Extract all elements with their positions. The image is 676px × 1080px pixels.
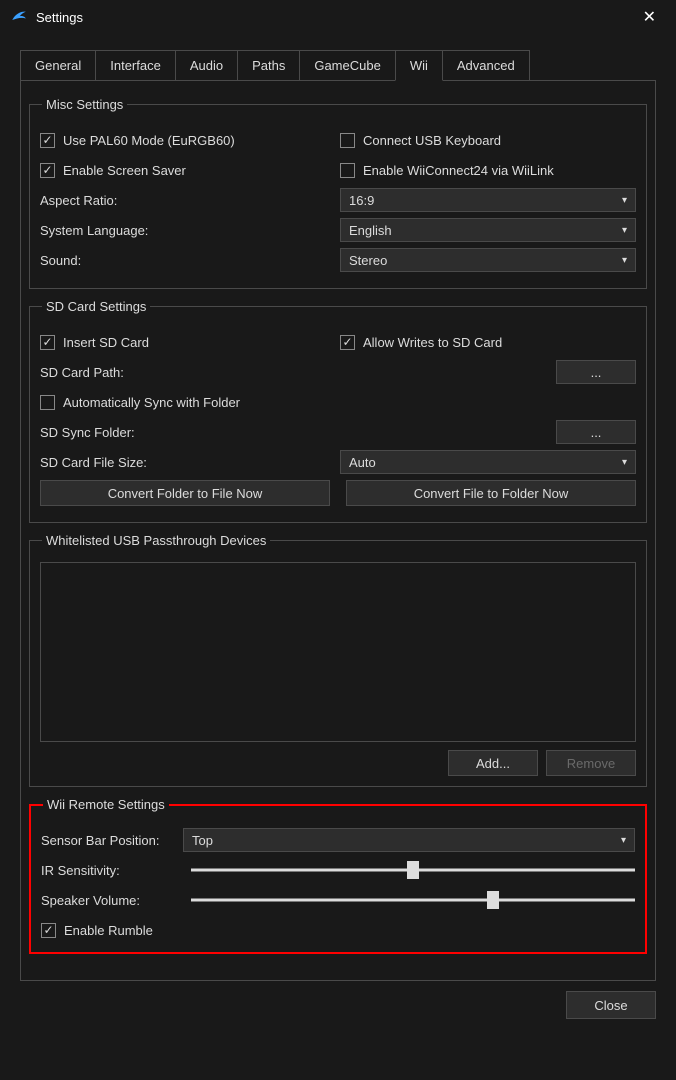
sd-card-path-label: SD Card Path: [40, 365, 124, 380]
tab-advanced[interactable]: Advanced [442, 50, 530, 81]
usb-device-list[interactable] [40, 562, 636, 742]
pal60-checkbox[interactable] [40, 133, 55, 148]
dolphin-logo-icon [10, 8, 28, 26]
ir-sensitivity-slider[interactable] [191, 861, 635, 879]
misc-settings-legend: Misc Settings [42, 97, 127, 112]
sound-select[interactable]: Stereo ▾ [340, 248, 636, 272]
tab-gamecube[interactable]: GameCube [299, 50, 395, 81]
sd-file-size-value: Auto [349, 455, 376, 470]
sound-value: Stereo [349, 253, 387, 268]
tab-paths[interactable]: Paths [237, 50, 300, 81]
window-title: Settings [36, 10, 83, 25]
ir-sensitivity-label: IR Sensitivity: [41, 863, 183, 878]
tab-wii[interactable]: Wii [395, 50, 443, 81]
titlebar: Settings ✕ [0, 0, 676, 34]
sd-sync-folder-label: SD Sync Folder: [40, 425, 135, 440]
sd-file-size-label: SD Card File Size: [40, 455, 147, 470]
sound-label: Sound: [40, 253, 81, 268]
close-button[interactable]: Close [566, 991, 656, 1019]
sd-card-settings-legend: SD Card Settings [42, 299, 150, 314]
usb-keyboard-label: Connect USB Keyboard [363, 133, 501, 148]
aspect-ratio-label: Aspect Ratio: [40, 193, 117, 208]
usb-passthrough-legend: Whitelisted USB Passthrough Devices [42, 533, 270, 548]
tab-general[interactable]: General [20, 50, 96, 81]
sd-card-path-browse-button[interactable]: ... [556, 360, 636, 384]
screensaver-label: Enable Screen Saver [63, 163, 186, 178]
enable-rumble-checkbox[interactable] [41, 923, 56, 938]
chevron-down-icon: ▾ [622, 195, 627, 206]
usb-passthrough-group: Whitelisted USB Passthrough Devices Add.… [29, 533, 647, 787]
usb-remove-button[interactable]: Remove [546, 750, 636, 776]
wii-panel: Misc Settings Use PAL60 Mode (EuRGB60) C… [20, 80, 656, 981]
sensor-bar-position-value: Top [192, 833, 213, 848]
enable-rumble-label: Enable Rumble [64, 923, 153, 938]
wii-remote-settings-group: Wii Remote Settings Sensor Bar Position:… [29, 797, 647, 954]
convert-file-to-folder-button[interactable]: Convert File to Folder Now [346, 480, 636, 506]
system-language-select[interactable]: English ▾ [340, 218, 636, 242]
insert-sd-label: Insert SD Card [63, 335, 149, 350]
speaker-volume-label: Speaker Volume: [41, 893, 183, 908]
wiiconnect24-checkbox[interactable] [340, 163, 355, 178]
tab-interface[interactable]: Interface [95, 50, 176, 81]
dialog-footer: Close [0, 981, 676, 1029]
chevron-down-icon: ▾ [622, 255, 627, 266]
sd-sync-folder-browse-button[interactable]: ... [556, 420, 636, 444]
window-close-button[interactable]: ✕ [633, 3, 666, 31]
usb-add-button[interactable]: Add... [448, 750, 538, 776]
allow-writes-checkbox[interactable] [340, 335, 355, 350]
chevron-down-icon: ▾ [622, 225, 627, 236]
misc-settings-group: Misc Settings Use PAL60 Mode (EuRGB60) C… [29, 97, 647, 289]
allow-writes-label: Allow Writes to SD Card [363, 335, 502, 350]
auto-sync-checkbox[interactable] [40, 395, 55, 410]
chevron-down-icon: ▾ [622, 457, 627, 468]
screensaver-checkbox[interactable] [40, 163, 55, 178]
sd-file-size-select[interactable]: Auto ▾ [340, 450, 636, 474]
tab-audio[interactable]: Audio [175, 50, 238, 81]
aspect-ratio-value: 16:9 [349, 193, 374, 208]
usb-keyboard-checkbox[interactable] [340, 133, 355, 148]
sd-card-settings-group: SD Card Settings Insert SD Card Allow Wr… [29, 299, 647, 523]
pal60-label: Use PAL60 Mode (EuRGB60) [63, 133, 235, 148]
speaker-volume-slider[interactable] [191, 891, 635, 909]
auto-sync-label: Automatically Sync with Folder [63, 395, 240, 410]
system-language-label: System Language: [40, 223, 148, 238]
convert-folder-to-file-button[interactable]: Convert Folder to File Now [40, 480, 330, 506]
aspect-ratio-select[interactable]: 16:9 ▾ [340, 188, 636, 212]
sensor-bar-position-select[interactable]: Top ▾ [183, 828, 635, 852]
tab-bar: General Interface Audio Paths GameCube W… [20, 50, 656, 81]
wiiconnect24-label: Enable WiiConnect24 via WiiLink [363, 163, 554, 178]
insert-sd-checkbox[interactable] [40, 335, 55, 350]
sensor-bar-position-label: Sensor Bar Position: [41, 833, 183, 848]
chevron-down-icon: ▾ [621, 835, 626, 846]
system-language-value: English [349, 223, 392, 238]
wii-remote-settings-legend: Wii Remote Settings [43, 797, 169, 812]
